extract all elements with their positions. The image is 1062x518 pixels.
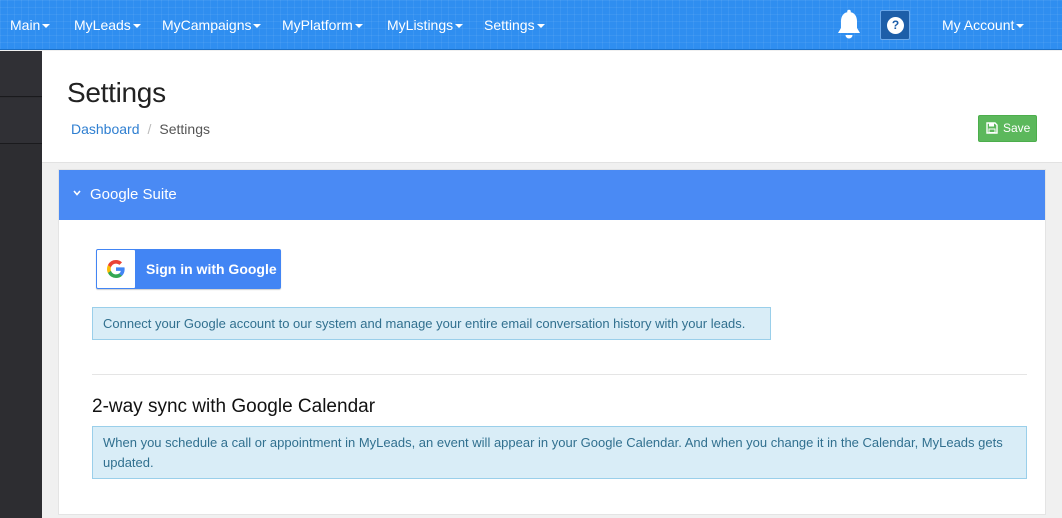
sidebar-item-2[interactable] bbox=[0, 98, 42, 144]
nav-mycampaigns-label: MyCampaigns bbox=[162, 17, 252, 33]
sidebar-item-1[interactable] bbox=[0, 51, 42, 97]
question-circle-icon: ? bbox=[887, 17, 904, 34]
panel-title: Google Suite bbox=[90, 186, 177, 203]
notifications-button[interactable] bbox=[834, 9, 864, 41]
page-header: Settings Dashboard / Settings Save bbox=[42, 51, 1062, 163]
caret-down-icon bbox=[132, 24, 141, 29]
nav-myplatform-label: MyPlatform bbox=[282, 17, 353, 33]
nav-mylistings-label: MyListings bbox=[387, 17, 454, 33]
nav-my-account-label: My Account bbox=[942, 17, 1015, 33]
caret-down-icon bbox=[1016, 24, 1025, 29]
nav-main-label: Main bbox=[10, 17, 41, 33]
google-g-icon bbox=[107, 260, 125, 278]
nav-settings[interactable]: Settings bbox=[484, 0, 545, 50]
save-button[interactable]: Save bbox=[978, 115, 1037, 142]
nav-settings-label: Settings bbox=[484, 17, 535, 33]
calendar-info-alert: When you schedule a call or appointment … bbox=[92, 426, 1027, 479]
google-suite-panel: Google Suite Sign in with Google Connect… bbox=[58, 169, 1046, 515]
connect-info-alert: Connect your Google account to our syste… bbox=[92, 307, 771, 340]
nav-myleads-label: MyLeads bbox=[74, 17, 131, 33]
google-suite-panel-header[interactable]: Google Suite bbox=[59, 170, 1045, 220]
chevron-down-icon bbox=[73, 190, 81, 196]
nav-my-account[interactable]: My Account bbox=[942, 0, 1025, 50]
caret-down-icon bbox=[536, 24, 545, 29]
nav-mylistings[interactable]: MyListings bbox=[387, 0, 464, 50]
nav-myleads[interactable]: MyLeads bbox=[74, 0, 141, 50]
page-title: Settings bbox=[67, 77, 166, 108]
floppy-disk-icon bbox=[986, 122, 998, 134]
sidebar bbox=[0, 51, 42, 518]
breadcrumb: Dashboard / Settings bbox=[71, 121, 210, 137]
help-button[interactable]: ? bbox=[880, 10, 910, 40]
caret-down-icon bbox=[42, 24, 51, 29]
nav-main[interactable]: Main bbox=[10, 0, 51, 50]
nav-mycampaigns[interactable]: MyCampaigns bbox=[162, 0, 262, 50]
google-logo-box bbox=[97, 250, 135, 288]
caret-down-icon bbox=[354, 24, 363, 29]
caret-down-icon bbox=[253, 24, 262, 29]
caret-down-icon bbox=[455, 24, 464, 29]
nav-myplatform[interactable]: MyPlatform bbox=[282, 0, 363, 50]
top-navbar: Main MyLeads MyCampaigns MyPlatform MyLi… bbox=[0, 0, 1062, 50]
breadcrumb-dashboard-link[interactable]: Dashboard bbox=[71, 121, 140, 137]
sign-in-with-google-button[interactable]: Sign in with Google bbox=[96, 249, 281, 289]
breadcrumb-current: Settings bbox=[159, 121, 210, 137]
breadcrumb-separator: / bbox=[147, 121, 152, 137]
bell-icon bbox=[838, 9, 860, 39]
section-divider bbox=[92, 374, 1027, 375]
calendar-sync-heading: 2-way sync with Google Calendar bbox=[92, 396, 376, 417]
google-button-label: Sign in with Google bbox=[146, 261, 277, 277]
save-button-label: Save bbox=[1003, 121, 1031, 135]
